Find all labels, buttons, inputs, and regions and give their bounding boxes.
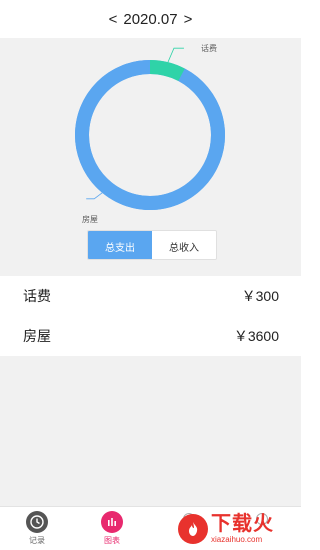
app-root: < 2020.07 > 话费 房屋 总支出 总收入 话费 ￥300 房屋 ￥36… [0, 0, 301, 550]
donut-slice-1 [75, 60, 225, 210]
category-amount: ￥300 [241, 288, 279, 304]
month-label: 2020.07 [123, 10, 178, 28]
nav-records-label: 记录 [29, 536, 45, 545]
expense-tab[interactable]: 总支出 [88, 231, 152, 259]
watermark-subtitle: xiazaihuo.com [211, 535, 263, 544]
nav-charts[interactable]: 图表 [92, 511, 132, 546]
next-month-button[interactable]: > [182, 11, 195, 28]
chart-area: 话费 房屋 总支出 总收入 [0, 38, 301, 276]
watermark: 下载火 xiazaihuo.com [178, 508, 300, 550]
slice-label-phone: 话费 [201, 44, 217, 53]
category-name: 话费 [23, 288, 51, 304]
donut-slice-0 [149, 60, 185, 82]
nav-records[interactable]: 记录 [17, 511, 57, 546]
leader-line-house [86, 192, 103, 200]
income-tab[interactable]: 总收入 [152, 231, 216, 259]
leader-line-phone [167, 47, 184, 63]
clock-icon [26, 511, 48, 533]
category-name: 房屋 [23, 328, 51, 344]
empty-area [0, 356, 301, 506]
watermark-title: 下载火 [211, 513, 274, 535]
category-list: 话费 ￥300 房屋 ￥3600 [0, 276, 301, 356]
expense-income-toggle: 总支出 总收入 [87, 230, 217, 260]
month-header: < 2020.07 > [0, 0, 301, 38]
watermark-logo-icon [178, 514, 208, 544]
category-amount: ￥3600 [233, 328, 279, 344]
bar-chart-icon [101, 511, 123, 533]
list-item[interactable]: 房屋 ￥3600 [0, 316, 301, 356]
slice-label-house: 房屋 [82, 215, 98, 224]
prev-month-button[interactable]: < [107, 11, 120, 28]
nav-charts-label: 图表 [104, 536, 120, 545]
list-item[interactable]: 话费 ￥300 [0, 276, 301, 316]
